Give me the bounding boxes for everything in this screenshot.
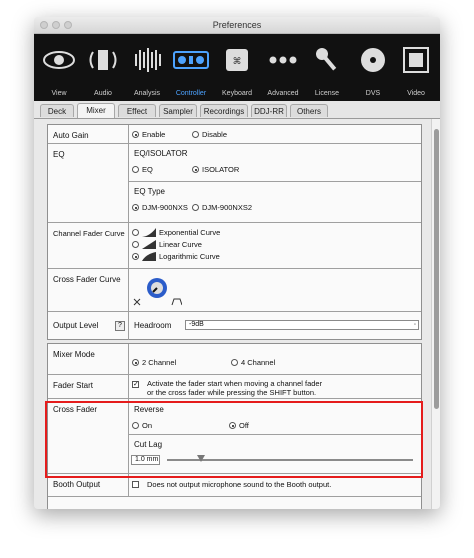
auto-gain-enable-label: Enable [142,130,166,139]
tab-recordings[interactable]: Recordings [200,104,248,117]
auto-gain-disable-radio[interactable] [192,131,199,138]
mixer-mode-row: Mixer Mode 2 Channel 4 Channel [48,344,421,375]
fader-start-description-line2: or the cross fader while pressing the SH… [147,388,317,397]
cross-fader-curve-label: Cross Fader Curve [53,275,121,284]
channel-fader-curve-row: Channel Fader Curve Exponential Curve Li… [48,223,421,269]
booth-output-checkbox[interactable] [132,481,139,488]
headroom-value: -9dB [189,321,204,328]
eq-type-900nxs-label: DJM-900NXS [142,203,188,212]
headroom-select[interactable]: -9dB ▫ [185,320,419,330]
tab-ddj-rr[interactable]: DDJ-RR [251,104,287,117]
toolbar-dvs[interactable]: DVS [351,34,395,101]
eye-icon [43,51,75,69]
mixer-mode-label: Mixer Mode [53,350,95,359]
toolbar-controller[interactable]: Controller [169,34,213,101]
eq-row: EQ EQ/ISOLATOR EQ ISOLATOR EQ Type DJM-9… [48,144,421,223]
booth-output-label: Booth Output [53,480,101,489]
window-title: Preferences [212,20,262,30]
fader-start-label: Fader Start [53,381,94,390]
tab-mixer[interactable]: Mixer [77,103,115,118]
toolbar-advanced[interactable]: Advanced [261,34,305,101]
linear-curve-radio[interactable] [132,241,139,248]
toolbar-view[interactable]: View [37,34,81,101]
toolbar-audio[interactable]: Audio [81,34,125,101]
isolator-option-label: ISOLATOR [202,165,240,174]
logarithmic-curve-label: Logarithmic Curve [159,252,220,261]
toolbar-keyboard[interactable]: ⌘ Keyboard [215,34,259,101]
two-channel-radio[interactable] [132,359,139,366]
exponential-curve-radio[interactable] [132,229,139,236]
dropdown-icon: ▫ [413,322,416,328]
auto-gain-row: Auto Gain Enable Disable [48,125,421,144]
isolator-option-radio[interactable] [192,166,199,173]
booth-output-description: Does not output microphone sound to the … [147,480,332,489]
speaker-icon [89,50,117,70]
linear-curve-label: Linear Curve [159,240,202,249]
exponential-curve-label: Exponential Curve [159,228,221,237]
eq-type-900nxs2-label: DJM-900NXS2 [202,203,253,212]
channel-fader-curve-label: Channel Fader Curve [53,229,125,238]
controller-icon [173,51,209,69]
linear-curve-icon [142,240,156,249]
tab-effect[interactable]: Effect [118,104,156,117]
headroom-label: Headroom [134,321,172,330]
toolbar-analysis[interactable]: Analysis [125,34,169,101]
auto-gain-enable-radio[interactable] [132,131,139,138]
eq-type-900nxs2-radio[interactable] [192,204,199,211]
eq-type-900nxs-radio[interactable] [132,204,139,211]
tab-others[interactable]: Others [290,104,328,117]
film-icon [403,47,429,73]
svg-text:⌘: ⌘ [233,57,242,67]
fader-start-checkbox[interactable]: ✓ [132,381,139,388]
cross-fader-curve-row: Cross Fader Curve [48,269,421,312]
tab-sampler[interactable]: Sampler [159,104,197,117]
key-icon [316,48,337,71]
eq-isolator-heading: EQ/ISOLATOR [134,149,188,158]
scrollbar-thumb[interactable] [434,129,439,409]
toolbar-license[interactable]: License [305,34,349,101]
exponential-curve-icon [142,228,156,237]
cross-fader-highlight-box [45,401,423,478]
fader-start-description-line1: Activate the fader start when moving a c… [147,379,323,388]
logarithmic-curve-radio[interactable] [132,253,139,260]
four-channel-radio[interactable] [231,359,238,366]
mixer-settings-table: Auto Gain Enable Disable EQ EQ/ISOLATOR … [47,124,422,340]
vinyl-icon [361,48,385,72]
vertical-scrollbar[interactable] [431,119,440,509]
preferences-tabs: Deck Mixer Effect Sampler Recordings DDJ… [34,101,440,119]
tab-deck[interactable]: Deck [40,104,74,117]
cross-fader-curve-knob[interactable] [132,273,182,307]
eq-label: EQ [53,150,65,159]
output-level-label: Output Level [53,321,99,330]
eq-option-label: EQ [142,165,153,174]
fader-start-row: Fader Start ✓ Activate the fader start w… [48,375,421,399]
eq-type-heading: EQ Type [134,187,165,196]
output-level-help-button[interactable]: ? [115,321,125,331]
keyboard-icon: ⌘ [226,49,248,71]
waveform-icon [135,48,161,72]
title-bar: Preferences [34,17,440,34]
four-channel-label: 4 Channel [241,358,276,367]
auto-gain-label: Auto Gain [53,131,89,140]
toolbar-video[interactable]: Video [394,34,438,101]
logarithmic-curve-icon [142,252,156,261]
auto-gain-disable-label: Disable [202,130,228,139]
two-channel-label: 2 Channel [142,358,177,367]
eq-option-radio[interactable] [132,166,139,173]
dots-icon [269,56,297,64]
output-level-row: Output Level ? Headroom -9dB ▫ [48,312,421,340]
preferences-toolbar: View Audio Analysis Controller ⌘ Keyboar… [34,34,440,101]
